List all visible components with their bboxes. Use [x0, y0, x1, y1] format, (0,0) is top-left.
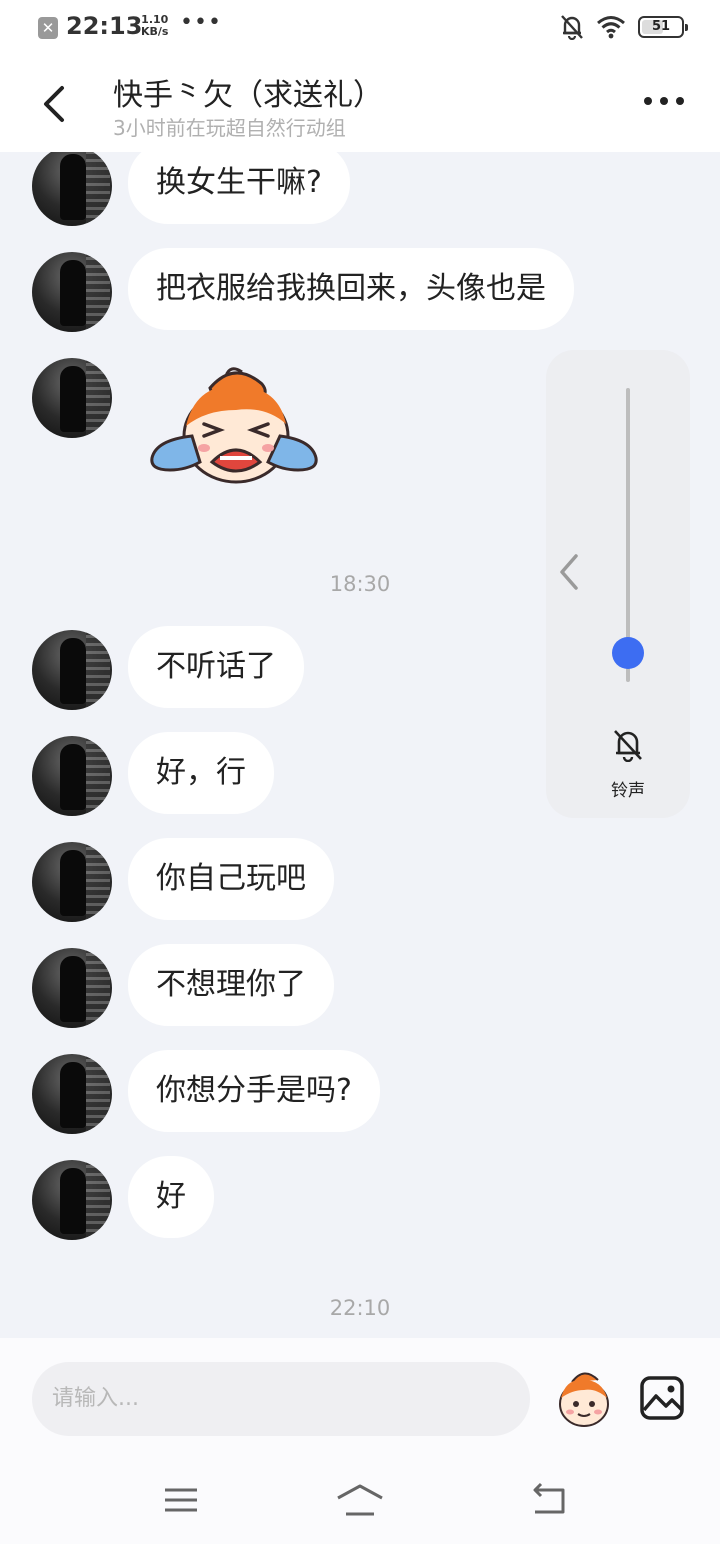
message-bubble[interactable]: 换女生干嘛? — [128, 152, 350, 224]
message-input-bar: 请输入... — [0, 1338, 720, 1458]
more-status-indicator: ••• — [180, 10, 222, 35]
net-speed: 1.10 KB/s — [141, 14, 168, 38]
more-options-button[interactable] — [644, 94, 684, 108]
avatar[interactable] — [32, 630, 112, 710]
message-bubble[interactable]: 不听话了 — [128, 626, 304, 708]
avatar[interactable] — [32, 252, 112, 332]
message-bubble[interactable]: 把衣服给我换回来，头像也是 — [128, 248, 574, 330]
chat-subtitle: 3小时前在玩超自然行动组 — [113, 116, 346, 140]
status-bar: ✕ 22:13 1.10 KB/s ••• 51 — [0, 0, 720, 56]
bell-off-icon — [561, 15, 583, 40]
crying-mascot-sticker[interactable] — [146, 366, 322, 496]
wifi-icon — [597, 16, 625, 39]
avatar[interactable] — [32, 736, 112, 816]
message-bubble[interactable]: 你想分手是吗? — [128, 1050, 380, 1132]
message-row: 好，行 — [32, 732, 274, 816]
chat-title[interactable]: 快手⺀欠（求送礼） — [113, 70, 383, 114]
message-row: 你想分手是吗? — [32, 1050, 380, 1134]
back-button[interactable] — [36, 84, 72, 124]
volume-label: 铃声 — [611, 781, 645, 801]
battery-icon: 51 — [638, 16, 688, 38]
avatar[interactable] — [32, 1160, 112, 1240]
message-bubble[interactable]: 不想理你了 — [128, 944, 334, 1026]
message-row: 不听话了 — [32, 626, 304, 710]
battery-level: 51 — [651, 19, 671, 34]
avatar[interactable] — [32, 358, 112, 438]
message-bubble[interactable]: 你自己玩吧 — [128, 838, 334, 920]
message-row: 好 — [32, 1156, 214, 1240]
volume-slider-thumb[interactable] — [612, 637, 644, 669]
message-row: 换女生干嘛? — [32, 152, 350, 226]
volume-panel[interactable]: 铃声 — [546, 350, 690, 818]
avatar[interactable] — [32, 152, 112, 226]
image-icon[interactable] — [638, 1374, 686, 1422]
message-bubble[interactable]: 好 — [128, 1156, 214, 1238]
chat-header: 快手⺀欠（求送礼） 3小时前在玩超自然行动组 — [0, 56, 720, 152]
menu-icon[interactable] — [161, 1482, 201, 1518]
back-nav-icon[interactable] — [529, 1482, 569, 1518]
more-dots-icon — [644, 97, 652, 105]
avatar[interactable] — [32, 842, 112, 922]
system-nav-bar — [0, 1458, 720, 1544]
sticker-button[interactable] — [552, 1368, 616, 1432]
home-icon[interactable] — [336, 1482, 384, 1518]
message-row: 不想理你了 — [32, 944, 334, 1028]
net-speed-unit: KB/s — [141, 25, 169, 38]
message-row — [32, 358, 322, 496]
message-bubble[interactable]: 好，行 — [128, 732, 274, 814]
message-row: 把衣服给我换回来，头像也是 — [32, 248, 574, 332]
close-notification-icon: ✕ — [38, 17, 58, 39]
avatar[interactable] — [32, 1054, 112, 1134]
chevron-left-icon[interactable] — [554, 550, 584, 594]
bell-off-icon[interactable] — [612, 728, 644, 762]
message-input[interactable]: 请输入... — [32, 1362, 530, 1436]
message-timestamp: 22:10 — [329, 1296, 391, 1320]
message-row: 你自己玩吧 — [32, 838, 334, 922]
status-time: 22:13 — [66, 12, 143, 40]
avatar[interactable] — [32, 948, 112, 1028]
